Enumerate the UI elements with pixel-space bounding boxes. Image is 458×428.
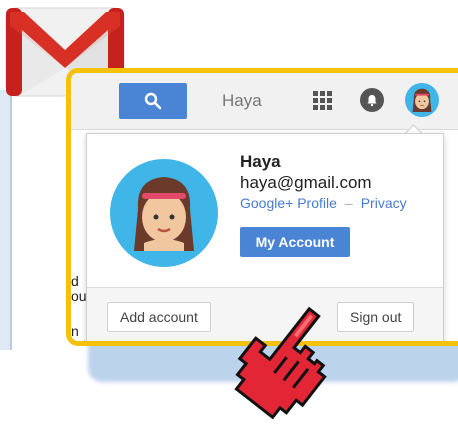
- search-button[interactable]: [119, 83, 187, 119]
- apps-grid-icon[interactable]: [310, 88, 334, 112]
- background-text-line: ou: [71, 288, 87, 304]
- sign-out-button[interactable]: Sign out: [337, 302, 415, 332]
- avatar-icon: [134, 177, 194, 251]
- link-separator: –: [344, 195, 353, 211]
- bell-icon: [367, 95, 377, 107]
- add-account-button[interactable]: Add account: [107, 302, 211, 332]
- my-account-button[interactable]: My Account: [240, 227, 350, 257]
- notifications-button[interactable]: [360, 88, 384, 112]
- account-name: Haya: [222, 91, 262, 110]
- avatar-icon: [412, 88, 432, 112]
- privacy-link[interactable]: Privacy: [361, 195, 407, 211]
- profile-links: Google+ Profile – Privacy: [240, 195, 407, 211]
- background-sidebar-strip: [0, 90, 12, 350]
- user-email: haya@gmail.com: [240, 173, 372, 192]
- profile-avatar: [110, 159, 218, 267]
- top-bar: Haya: [71, 73, 458, 130]
- background-text-line: d: [71, 273, 79, 289]
- search-icon: [144, 92, 162, 110]
- google-plus-profile-link[interactable]: Google+ Profile: [240, 195, 337, 211]
- hand-pointer-icon: [234, 306, 327, 420]
- user-name: Haya: [240, 152, 281, 171]
- account-avatar-button[interactable]: [405, 83, 439, 117]
